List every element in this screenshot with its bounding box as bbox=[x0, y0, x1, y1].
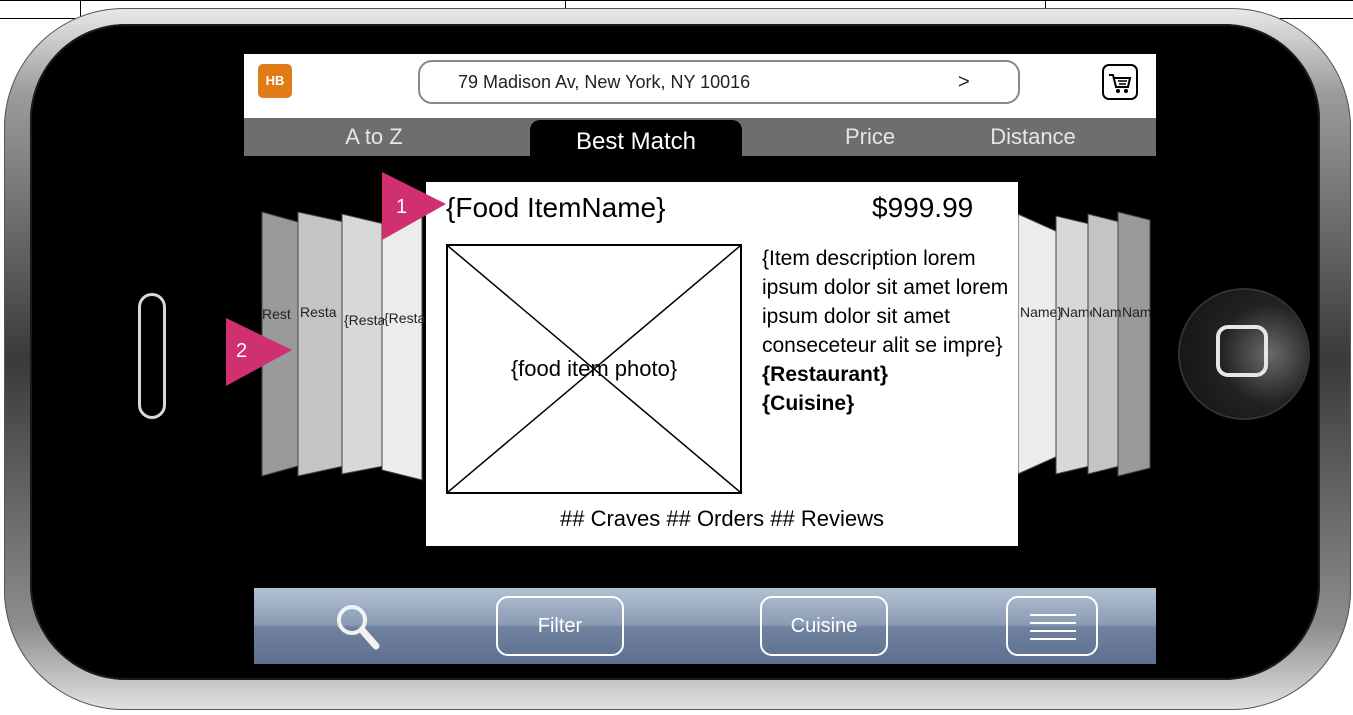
bottom-toolbar: Filter Cuisine bbox=[254, 588, 1156, 664]
coverflow-label: {Resta bbox=[344, 312, 384, 328]
tab-distance[interactable]: Distance bbox=[948, 118, 1118, 156]
coverflow-card[interactable] bbox=[381, 205, 423, 481]
top-bar: HB 79 Madison Av, New York, NY 10016 > bbox=[244, 54, 1156, 118]
cart-icon-graphic bbox=[1109, 74, 1132, 93]
frame-top-line bbox=[0, 0, 1353, 1]
cart-icon[interactable] bbox=[1102, 64, 1138, 100]
food-item-description: {Item description lorem ipsum dolor sit … bbox=[762, 247, 1009, 357]
food-item-price: $999.99 bbox=[872, 192, 974, 223]
coverflow-label: Name} bbox=[1060, 304, 1092, 320]
coverflow-card[interactable] bbox=[1055, 215, 1091, 475]
food-item-description-block: {Item description lorem ipsum dolor sit … bbox=[762, 244, 1012, 418]
food-item-name: {Food ItemName} bbox=[446, 192, 666, 223]
coverflow-card[interactable] bbox=[1117, 211, 1151, 477]
cuisine-name: {Cuisine} bbox=[762, 392, 855, 415]
annotation-number-1: 1 bbox=[396, 196, 408, 218]
app-logo[interactable]: HB bbox=[258, 64, 292, 98]
app-screen: HB 79 Madison Av, New York, NY 10016 > A… bbox=[244, 54, 1156, 664]
coverflow-card[interactable] bbox=[1017, 213, 1059, 475]
annotation-number-2: 2 bbox=[236, 340, 248, 362]
coverflow-label: Name} bbox=[1092, 304, 1122, 320]
coverflow-label: {Restau bbox=[384, 310, 426, 326]
coverflow-card[interactable] bbox=[1087, 213, 1121, 475]
food-item-card[interactable]: {Food ItemName} $999.99 {food item photo… bbox=[426, 182, 1018, 546]
cuisine-button[interactable]: Cuisine bbox=[760, 596, 888, 656]
home-button-icon bbox=[1216, 325, 1268, 377]
coverflow-card[interactable] bbox=[297, 211, 345, 477]
address-text: 79 Madison Av, New York, NY 10016 bbox=[458, 72, 751, 92]
photo-label: {food item photo} bbox=[510, 356, 678, 381]
restaurant-name[interactable]: {Restaurant} bbox=[762, 363, 888, 386]
tab-price[interactable]: Price bbox=[800, 118, 940, 156]
annotation-marker-1 bbox=[382, 172, 446, 240]
tab-best-match[interactable]: Best Match bbox=[530, 120, 742, 160]
coverflow-label: Name} bbox=[1020, 304, 1062, 320]
search-icon[interactable] bbox=[332, 600, 382, 652]
coverflow-card[interactable] bbox=[341, 213, 385, 475]
filter-button[interactable]: Filter bbox=[496, 596, 624, 656]
menu-icon bbox=[1030, 614, 1076, 640]
address-field[interactable]: 79 Madison Av, New York, NY 10016 > bbox=[418, 60, 1020, 104]
food-item-photo[interactable]: {food item photo} bbox=[446, 244, 742, 494]
annotation-marker-2 bbox=[226, 318, 292, 386]
address-chevron[interactable]: > bbox=[958, 62, 970, 102]
tab-a-to-z[interactable]: A to Z bbox=[304, 118, 444, 156]
coverflow-label: Resta bbox=[300, 304, 337, 320]
coverflow-label: Nam bbox=[1122, 304, 1152, 320]
menu-button[interactable] bbox=[1006, 596, 1098, 656]
coverflow-right[interactable] bbox=[1014, 204, 1154, 494]
phone-speaker bbox=[138, 293, 166, 419]
food-item-stats: ## Craves ## Orders ## Reviews bbox=[559, 506, 885, 531]
